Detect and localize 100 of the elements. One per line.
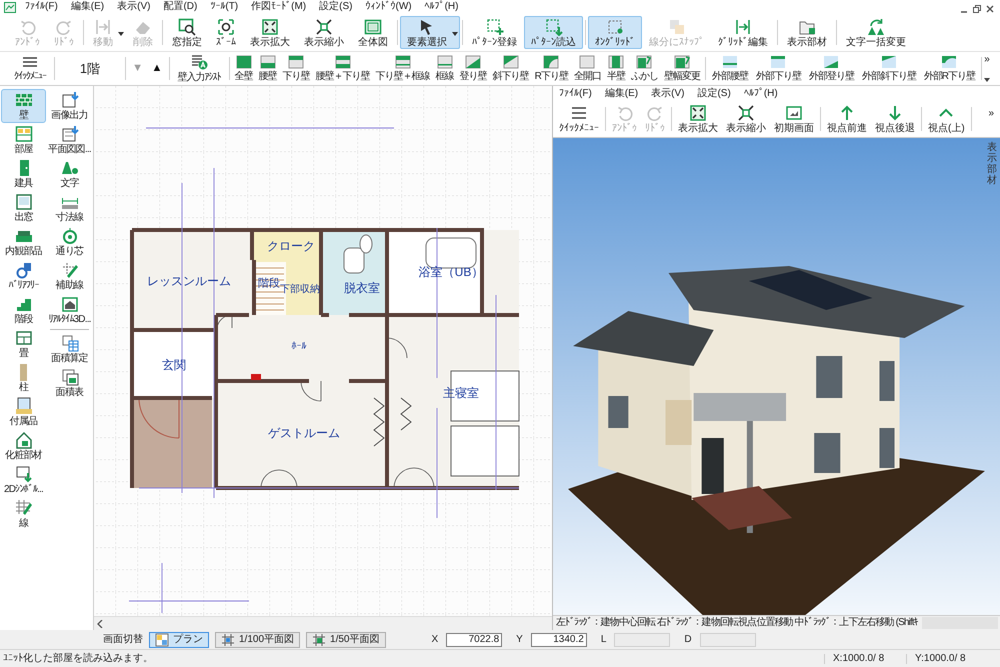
toolbar-button[interactable]: 表示縮小 — [722, 103, 770, 135]
toolbar-button[interactable]: 表示拡大 — [243, 16, 297, 49]
tool-button[interactable]: 畳 — [1, 327, 46, 361]
toolbar-button[interactable]: 初期画面 — [770, 103, 818, 135]
toolbar-button[interactable]: ｸｲｯｸﾒﾆｭｰ — [8, 53, 52, 84]
close-icon[interactable] — [986, 5, 994, 13]
toolbar-button[interactable]: ｵﾝｸﾞﾘｯﾄﾞ — [588, 16, 642, 49]
tool-button[interactable]: 柱 — [1, 361, 46, 395]
tool-button[interactable]: 階段 — [1, 293, 46, 327]
wall-icon — [394, 55, 411, 69]
menu-item[interactable]: 設定(S) — [697, 88, 731, 98]
tool-button[interactable]: 面積算定 — [47, 332, 92, 366]
toolbar-button[interactable]: 要素選択 — [400, 16, 460, 49]
toolbar-button[interactable]: 壁入力ｱｼｽﾄ — [172, 53, 227, 84]
toolbar-button[interactable]: 登り壁 — [456, 53, 490, 84]
side-tab[interactable]: 表示部材 — [987, 142, 997, 186]
toolbar-button[interactable]: ｸﾞﾘｯﾄﾞ編集 — [711, 16, 775, 49]
toolbar-button[interactable]: 下り壁＋框線 — [372, 53, 433, 84]
menu-item[interactable]: 編集(E) — [604, 88, 638, 98]
toolbar-button[interactable]: 表示縮小 — [297, 16, 351, 49]
monitor-icon — [785, 104, 803, 122]
wall-icon — [608, 55, 624, 69]
label-text: L — [600, 634, 606, 644]
tool-button[interactable]: 補助線 — [47, 259, 92, 293]
room-label: ﾎｰﾙ — [292, 342, 306, 352]
toolbar-button[interactable]: 斜下り壁 — [490, 53, 532, 84]
toolbar-button[interactable]: 表示拡大 — [674, 103, 722, 135]
tool-button[interactable]: 線 — [1, 497, 46, 531]
toolbar-button[interactable]: 半壁 — [604, 53, 628, 84]
tool-button[interactable]: 壁 — [1, 89, 46, 123]
toolbar-button[interactable]: 外部R下り壁 — [920, 53, 980, 84]
tool-button[interactable]: ﾘｱﾙﾀｲﾑ3D... — [47, 293, 92, 327]
tool-button[interactable]: 建具 — [1, 157, 46, 191]
toolbar-button[interactable]: 外部登り壁 — [804, 53, 858, 84]
tool-button[interactable]: ﾊﾞﾘｱﾌﾘｰ — [1, 259, 46, 293]
toolbar-button[interactable]: ふかし — [628, 53, 661, 84]
toolbar-button[interactable]: 窓指定 — [165, 16, 209, 49]
room-label: レッスンルーム — [147, 275, 231, 287]
toolbar-button[interactable]: 外部斜下り壁 — [858, 53, 920, 84]
wall-icon — [288, 55, 304, 69]
view-button[interactable]: 1/50平面図 — [306, 632, 386, 648]
tool-button[interactable]: 2Dｼﾝﾎﾞﾙ... — [1, 463, 46, 497]
menu-item[interactable]: 編集(E) — [70, 2, 104, 12]
scrollbar[interactable] — [94, 616, 552, 630]
toolbar-button[interactable]: 下り壁 — [280, 53, 313, 84]
more-button[interactable]: » — [984, 55, 990, 65]
menu-item[interactable]: 表示(V) — [117, 2, 150, 12]
toolbar-button[interactable]: 壁幅変更 — [660, 53, 703, 84]
wall-icon — [543, 55, 560, 69]
tool-button[interactable]: 面積表 — [47, 366, 92, 400]
caret-icon — [118, 32, 124, 36]
toolbar-button[interactable]: R下り壁 — [532, 53, 571, 84]
toolbar-button[interactable]: 文字一括変更 — [839, 16, 913, 49]
toolbar-button[interactable]: 表示部材 — [780, 16, 834, 49]
toolbar-button[interactable]: 全壁 — [232, 53, 256, 84]
floor-up-button[interactable]: ▲ — [147, 53, 167, 84]
tool-button[interactable]: 付属品 — [1, 395, 46, 429]
tool-button[interactable]: 出窓 — [1, 191, 46, 225]
menu-item[interactable]: 設定(S) — [319, 2, 352, 12]
toolbar-button[interactable]: 視点前進 — [823, 103, 871, 135]
toolbar-button[interactable]: ﾊﾟﾀｰﾝ登録 — [465, 16, 524, 49]
chevron-left-icon[interactable] — [97, 620, 103, 628]
menu-item[interactable]: ﾍﾙﾌﾟ(H) — [744, 88, 778, 98]
menu-item[interactable]: ﾂｰﾙ(T) — [210, 2, 238, 12]
menu-item[interactable]: ﾌｧｲﾙ(F) — [25, 2, 58, 12]
tool-button[interactable]: 部屋 — [1, 123, 46, 157]
toolbar-button[interactable]: 外部腰壁 — [708, 53, 752, 84]
coordinate-field[interactable]: 7022.8 — [446, 632, 502, 646]
menu-item[interactable]: 表示(V) — [651, 88, 684, 98]
more-button[interactable]: » — [988, 103, 1000, 135]
tool-button[interactable]: 内観部品 — [1, 225, 46, 259]
tool-button[interactable]: 文字 — [47, 157, 92, 191]
tool-button[interactable]: 寸法線 — [47, 191, 92, 225]
floor-selector[interactable]: 1階 — [56, 53, 123, 84]
tool-button[interactable]: 画像出力 — [47, 89, 92, 123]
tool-button[interactable]: 平面図図... — [47, 123, 92, 157]
restore-icon[interactable] — [973, 5, 981, 13]
menu-item[interactable]: ｳｨﾝﾄﾞｳ(W) — [365, 2, 412, 12]
coordinate-field[interactable]: 1340.2 — [530, 632, 587, 646]
toolbar-button[interactable]: 視点後退 — [871, 103, 919, 135]
view-button[interactable]: 1/100平面図 — [215, 632, 300, 648]
menu-item[interactable]: ﾌｧｲﾙ(F) — [559, 88, 592, 98]
toolbar-button[interactable]: 全体図 — [351, 16, 395, 49]
toolbar-button[interactable]: 視点(上) — [924, 103, 969, 135]
shrink-icon — [315, 18, 333, 36]
toolbar-button[interactable]: ﾊﾟﾀｰﾝ読込 — [524, 16, 583, 49]
menu-item[interactable]: ﾍﾙﾌﾟ(H) — [424, 2, 458, 12]
tool-button[interactable]: 通り芯 — [47, 225, 92, 259]
toolbar-button[interactable]: ｽﾞｰﾑ — [209, 16, 243, 49]
menu-item[interactable]: 作図ﾓｰﾄﾞ(M) — [251, 2, 306, 12]
floor-plan-icon — [155, 632, 169, 646]
toolbar-button[interactable]: 外部下り壁 — [752, 53, 805, 84]
toolbar-button[interactable]: 腰壁 — [256, 53, 280, 84]
menu-item[interactable]: 配置(D) — [163, 2, 198, 12]
view-button[interactable]: プラン — [149, 632, 209, 648]
toolbar-button[interactable]: ｸｲｯｸﾒﾆｭｰ — [555, 103, 603, 135]
tool-button[interactable]: 化粧部材 — [1, 429, 46, 463]
toolbar-button[interactable]: 全開口 — [570, 53, 604, 84]
toolbar-button[interactable]: 框線 — [432, 53, 457, 84]
toolbar-button[interactable]: 腰壁＋下り壁 — [312, 53, 373, 84]
